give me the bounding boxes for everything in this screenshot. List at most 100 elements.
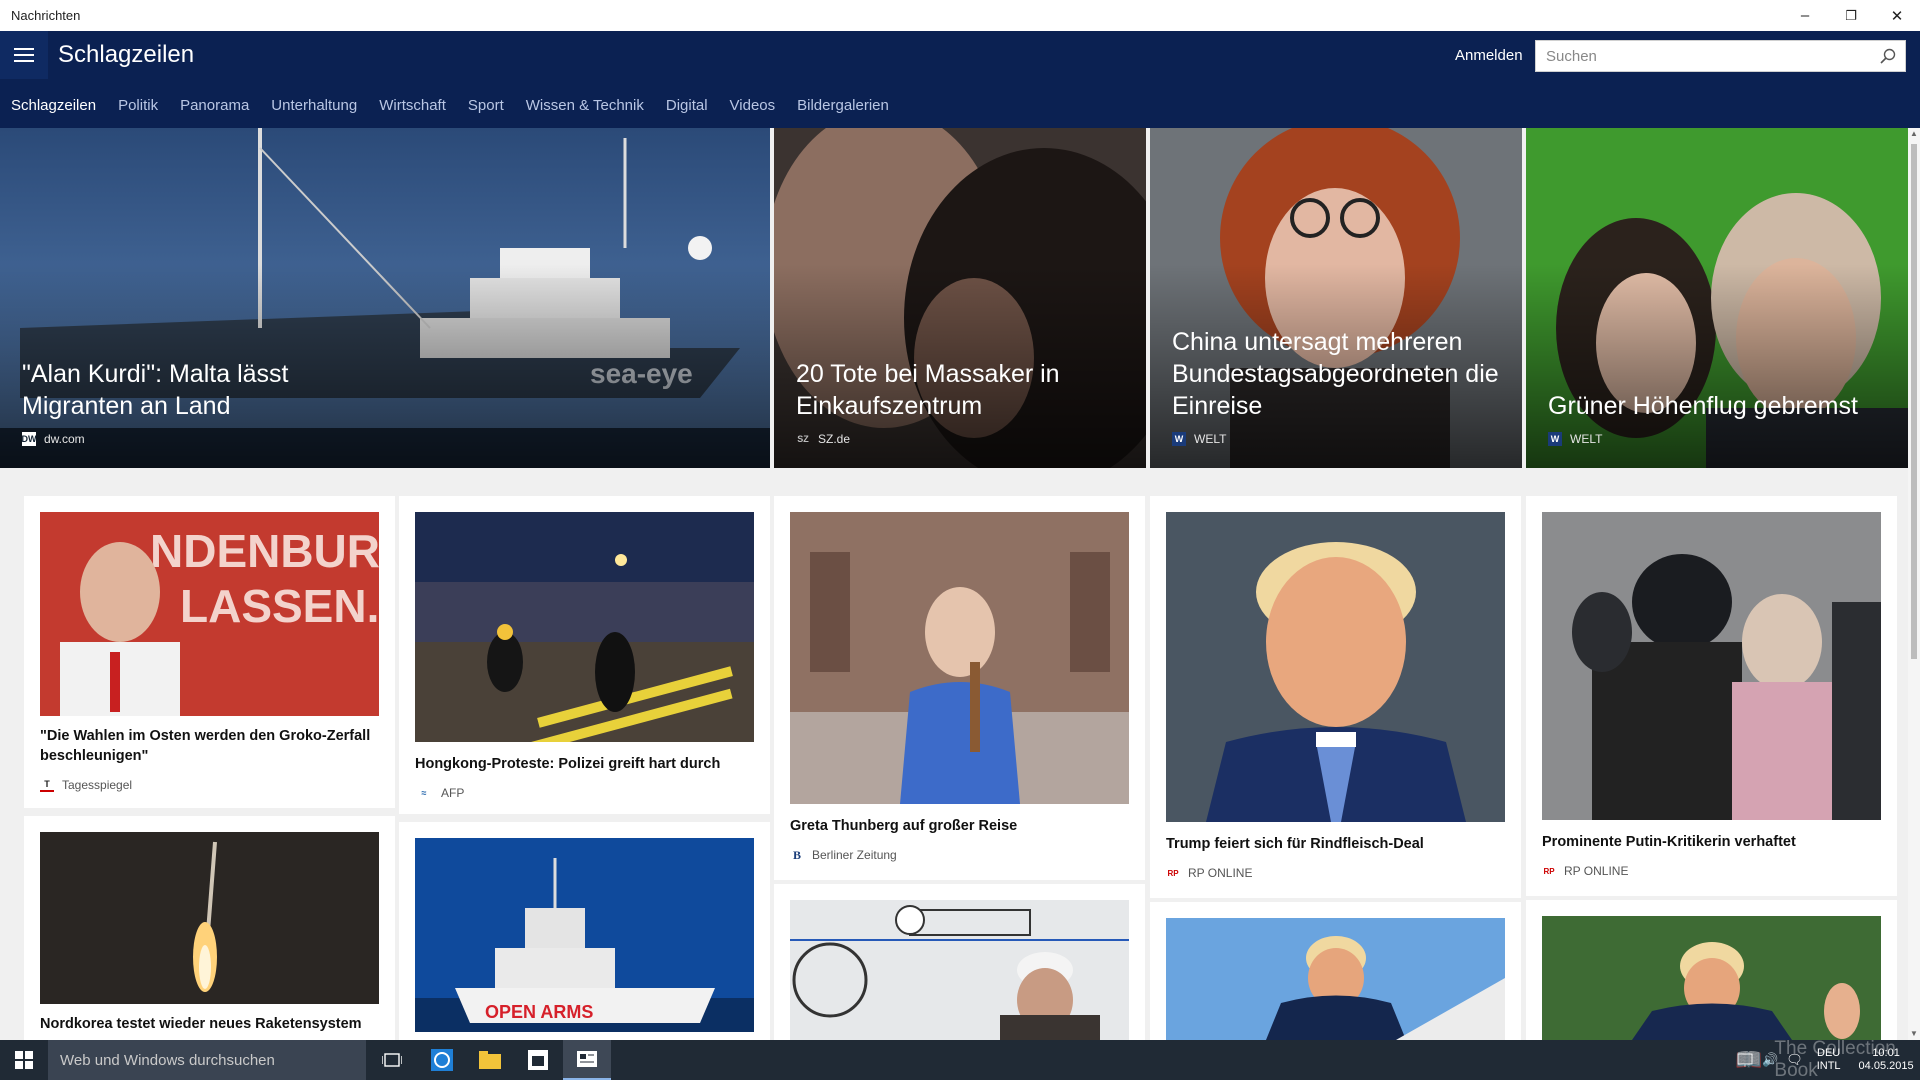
card-title: Prominente Putin-Kritikerin verhaftet <box>1542 834 1796 850</box>
svg-text:NDENBURG: NDENBURG <box>150 525 379 577</box>
browser-icon <box>431 1049 453 1071</box>
article-card-nordkorea[interactable]: Nordkorea testet wieder neues Raketensys… <box>24 816 395 1040</box>
card-source: ≈ AFP <box>415 786 465 800</box>
tab-digital[interactable]: Digital <box>655 97 719 114</box>
taskbar-news-app[interactable] <box>563 1040 611 1080</box>
restore-icon: ❐ <box>1845 7 1857 23</box>
taskbar: Web und Windows durchsuchen 🔊 🗨 DEU INTL… <box>0 1040 1920 1080</box>
tab-politik[interactable]: Politik <box>107 97 169 114</box>
article-card-open-arms[interactable]: OPEN ARMS <box>399 822 770 1040</box>
article-card-trump-plane[interactable] <box>1150 902 1521 1040</box>
tagesspiegel-logo-icon: T <box>40 778 54 792</box>
source-logo-icon: DW <box>21 432 37 446</box>
windows-logo-icon <box>15 1051 33 1069</box>
tab-schlagzeilen[interactable]: Schlagzeilen <box>0 97 107 114</box>
card-image <box>790 900 1129 1040</box>
hero-title: 20 Tote bei Massaker in Einkaufszentrum <box>796 360 1060 420</box>
search-icon[interactable] <box>1871 41 1905 71</box>
hero-article-china[interactable]: China untersagt mehreren Bundestagsabgeo… <box>1150 128 1522 468</box>
rp-online-logo-icon: RP <box>1543 866 1555 876</box>
watermark: 📖 The Collection Book <box>1735 1038 1896 1080</box>
hero-source: W WELT <box>1548 432 1602 446</box>
card-image <box>1166 918 1505 1040</box>
window-title: Nachrichten <box>11 8 81 23</box>
hero-article-massacre[interactable]: 20 Tote bei Massaker in Einkaufszentrum … <box>774 128 1146 468</box>
scrollbar-thumb[interactable] <box>1911 144 1917 659</box>
tab-sport[interactable]: Sport <box>457 97 515 114</box>
start-button[interactable] <box>0 1040 48 1080</box>
hero-source: W WELT <box>1172 432 1226 446</box>
taskbar-store[interactable] <box>514 1040 562 1080</box>
card-title: Trump feiert sich für Rindfleisch-Deal <box>1166 836 1424 852</box>
afp-logo-icon: ≈ <box>421 788 427 798</box>
card-title: Nordkorea testet wieder neues Raketensys… <box>40 1016 362 1032</box>
card-image <box>1542 512 1881 820</box>
signin-link[interactable]: Anmelden <box>1455 47 1523 64</box>
tab-videos[interactable]: Videos <box>719 97 787 114</box>
card-title: Greta Thunberg auf großer Reise <box>790 818 1018 834</box>
card-image <box>790 512 1129 804</box>
card-image <box>415 512 754 742</box>
hero-title: "Alan Kurdi": Malta lässt Migranten an L… <box>22 360 289 420</box>
tab-unterhaltung[interactable]: Unterhaltung <box>260 97 368 114</box>
source-logo-icon: W <box>1548 432 1562 446</box>
card-source: T Tagesspiegel <box>40 778 132 792</box>
book-icon: 📖 <box>1735 1047 1763 1072</box>
card-image: NDENBURG LASSEN. <box>40 512 379 716</box>
card-title: "Die Wahlen im Osten werden den Groko-Ze… <box>40 728 371 764</box>
tab-wissen-technik[interactable]: Wissen & Technik <box>515 97 655 114</box>
source-logo-icon: W <box>1172 432 1186 446</box>
task-view-button[interactable] <box>368 1040 416 1080</box>
minimize-icon: – <box>1800 7 1810 24</box>
article-card-trump-beef[interactable]: Trump feiert sich für Rindfleisch-Deal R… <box>1150 496 1521 898</box>
rp-online-logo-icon: RP <box>1167 868 1179 878</box>
task-view-icon <box>382 1053 402 1067</box>
minimize-button[interactable]: – <box>1782 0 1828 31</box>
article-card-groko[interactable]: NDENBURG LASSEN. "Die Wahlen im Osten we… <box>24 496 395 808</box>
close-button[interactable]: ✕ <box>1874 0 1920 31</box>
hamburger-menu-button[interactable] <box>0 31 48 79</box>
tab-panorama[interactable]: Panorama <box>169 97 260 114</box>
search-input[interactable] <box>1536 42 1871 70</box>
svg-text:LASSEN.: LASSEN. <box>180 580 379 632</box>
category-tabs: Schlagzeilen Politik Panorama Unterhaltu… <box>0 90 900 120</box>
scroll-up-icon[interactable]: ▲ <box>1908 128 1920 140</box>
article-card-putin-critic[interactable]: Prominente Putin-Kritikerin verhaftet RP… <box>1526 496 1897 896</box>
card-image <box>1166 512 1505 822</box>
taskbar-search-box[interactable]: Web und Windows durchsuchen <box>48 1040 366 1080</box>
card-image <box>1542 916 1881 1040</box>
hero-article-green[interactable]: Grüner Höhenflug gebremst W WELT <box>1526 128 1908 468</box>
vertical-scrollbar[interactable]: ▲ ▼ <box>1908 128 1920 1040</box>
hero-source: SZ SZ.de <box>797 432 851 446</box>
hamburger-icon <box>14 48 34 50</box>
card-image: OPEN ARMS <box>415 838 754 1032</box>
tab-bildergalerien[interactable]: Bildergalerien <box>786 97 900 114</box>
search-box[interactable] <box>1535 40 1906 72</box>
article-card-trump-wave[interactable] <box>1526 900 1897 1040</box>
tab-wirtschaft[interactable]: Wirtschaft <box>368 97 457 114</box>
folder-icon <box>479 1051 501 1069</box>
article-card-iran[interactable] <box>774 884 1145 1040</box>
svg-text:OPEN ARMS: OPEN ARMS <box>485 1002 593 1022</box>
card-source: B Berliner Zeitung <box>790 847 897 863</box>
taskbar-edge[interactable] <box>418 1040 466 1080</box>
source-logo-icon: SZ <box>797 434 809 444</box>
restore-button[interactable]: ❐ <box>1828 0 1874 31</box>
taskbar-explorer[interactable] <box>466 1040 514 1080</box>
store-icon <box>528 1050 548 1070</box>
hero-source: DW dw.com <box>21 432 85 446</box>
article-card-hongkong[interactable]: Hongkong-Proteste: Polizei greift hart d… <box>399 496 770 814</box>
close-icon: ✕ <box>1890 7 1904 25</box>
page-title: Schlagzeilen <box>58 41 195 68</box>
card-source: RP RP ONLINE <box>1167 866 1253 880</box>
news-icon <box>577 1051 597 1067</box>
berliner-zeitung-logo-icon: B <box>792 847 801 862</box>
article-card-greta[interactable]: Greta Thunberg auf großer Reise B Berlin… <box>774 496 1145 880</box>
title-bar: Nachrichten – ❐ ✕ <box>0 0 1920 31</box>
app-header: Schlagzeilen Anmelden Schlagzeilen Polit… <box>0 31 1920 128</box>
hero-title: Grüner Höhenflug gebremst <box>1548 392 1858 420</box>
card-image <box>40 832 379 1004</box>
hero-article-ship[interactable]: sea-eye "Alan Kurdi": Malta lässt Migran… <box>0 128 770 468</box>
card-source: RP RP ONLINE <box>1543 864 1629 878</box>
hero-title: China untersagt mehreren Bundestagsabgeo… <box>1172 328 1499 420</box>
